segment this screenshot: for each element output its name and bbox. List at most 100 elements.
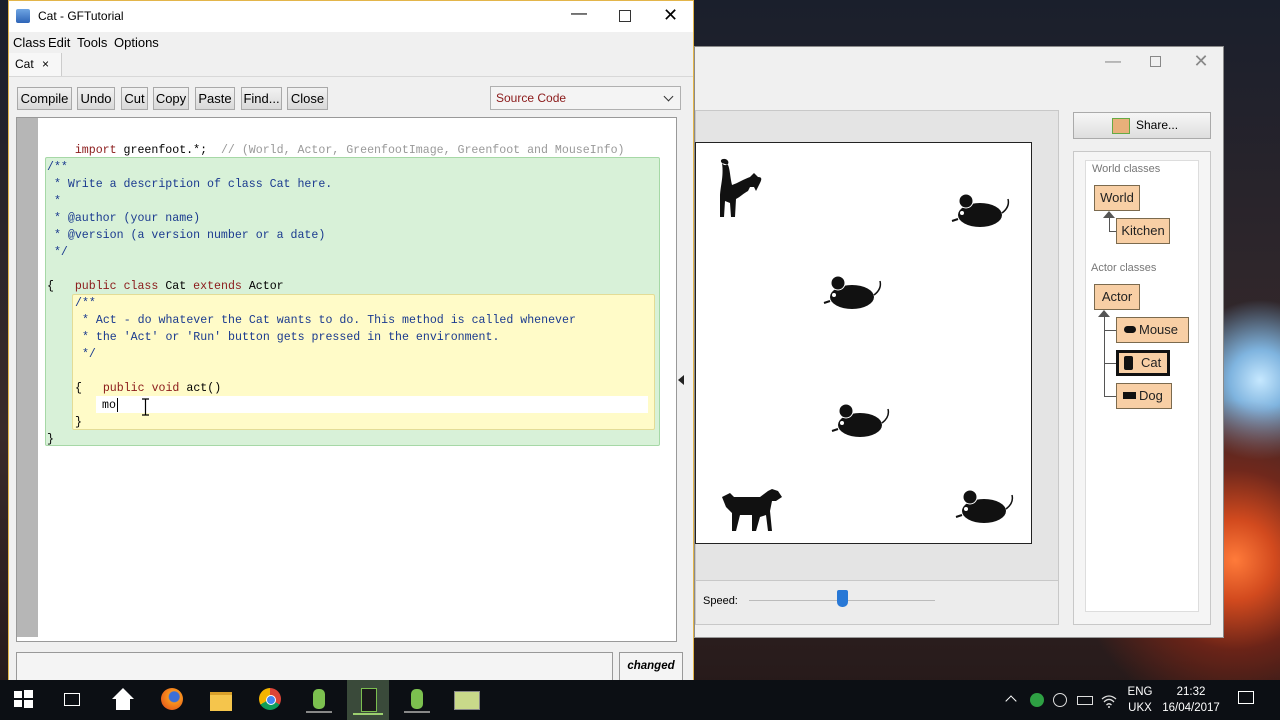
class-comment-line: *: [47, 195, 68, 208]
method-comment-line: * the 'Act' or 'Run' button gets pressed…: [75, 331, 500, 344]
compile-button[interactable]: Compile: [17, 87, 72, 110]
method-comment-line: /**: [75, 297, 96, 310]
window-title: Cat - GFTutorial: [38, 9, 124, 23]
tray-network-icon[interactable]: [1053, 693, 1067, 707]
ibeam-cursor-icon: [142, 398, 149, 416]
mouse-actor[interactable]: [948, 191, 1012, 231]
firefox-icon[interactable]: [157, 684, 187, 714]
class-kitchen[interactable]: Kitchen: [1116, 218, 1170, 244]
menu-tools[interactable]: Tools: [77, 35, 107, 50]
close-icon[interactable]: ✕: [1191, 51, 1211, 71]
close-button[interactable]: Close: [287, 87, 328, 110]
clock[interactable]: 21:32 16/04/2017: [1160, 684, 1222, 716]
world-classes-label: World classes: [1092, 163, 1161, 175]
inherit-line: [1104, 396, 1116, 397]
import-comment: // (World, Actor, GreenfootImage, Greenf…: [220, 144, 625, 157]
scenario-window-icon[interactable]: [451, 684, 481, 714]
class-cat[interactable]: Cat: [1116, 350, 1170, 376]
windows-start-icon[interactable]: [8, 684, 38, 714]
maximize-button[interactable]: [1147, 53, 1163, 69]
cut-button[interactable]: Cut: [121, 87, 148, 110]
menu-bar: Class Edit Tools Options: [9, 32, 693, 52]
class-comment-line: /**: [47, 161, 68, 174]
class-world[interactable]: World: [1094, 185, 1140, 211]
app-icon: [16, 9, 30, 23]
method-comment-line: */: [75, 348, 96, 361]
task-view-icon[interactable]: [57, 684, 87, 714]
greenfoot-icon[interactable]: [402, 684, 432, 714]
class-actor[interactable]: Actor: [1094, 284, 1140, 310]
wifi-icon[interactable]: [1101, 693, 1117, 709]
tab-cat[interactable]: Cat ×: [9, 53, 62, 76]
line-gutter: [17, 118, 38, 637]
class-open-brace: {: [47, 280, 54, 293]
share-icon: [1112, 118, 1130, 134]
dog-icon: [1123, 392, 1136, 399]
share-button[interactable]: Share...: [1073, 112, 1211, 139]
chevron-down-icon: [663, 91, 674, 102]
method-body: [96, 396, 648, 413]
gutter-separator: [38, 118, 42, 637]
mouse-actor[interactable]: [820, 273, 884, 313]
scenario-window: — ✕ Speed: Share... World classes World …: [694, 46, 1224, 638]
cat-actor[interactable]: [714, 157, 766, 221]
import-package: greenfoot.*;: [116, 144, 208, 157]
view-select[interactable]: Source Code: [490, 86, 681, 110]
class-close-brace: }: [47, 433, 54, 446]
method-close-brace: }: [75, 416, 82, 429]
minimize-button[interactable]: —: [571, 5, 587, 23]
import-keyword: import: [74, 144, 117, 157]
method-declaration: public void act(): [102, 382, 222, 395]
class-comment-line: * Write a description of class Cat here.: [47, 178, 333, 191]
find-button[interactable]: Find...: [241, 87, 282, 110]
inherit-arrow: [1098, 310, 1110, 317]
class-comment-line: * @version (a version number or a date): [47, 229, 326, 242]
class-dog[interactable]: Dog: [1116, 383, 1172, 409]
speed-slider-thumb[interactable]: [837, 590, 848, 607]
method-open-brace: {: [75, 382, 82, 395]
battery-icon[interactable]: [1077, 696, 1093, 705]
class-mouse[interactable]: Mouse: [1116, 317, 1189, 343]
mouse-actor[interactable]: [828, 401, 892, 441]
menu-edit[interactable]: Edit: [48, 35, 70, 50]
method-comment-line: * Act - do whatever the Cat wants to do.…: [75, 314, 576, 327]
greenfoot-icon[interactable]: [304, 684, 334, 714]
status-badge: changed: [619, 652, 683, 681]
tray-app-icon[interactable]: [1030, 693, 1044, 707]
inherit-line: [1104, 363, 1116, 364]
home-icon[interactable]: [108, 684, 138, 714]
mouse-actor[interactable]: [952, 487, 1016, 527]
class-comment-line: */: [47, 246, 68, 259]
notifications-icon[interactable]: [1238, 691, 1254, 704]
typed-code[interactable]: mo: [102, 397, 116, 414]
cat-icon: [1124, 356, 1133, 370]
tab-close-icon[interactable]: ×: [42, 57, 49, 71]
class-comment-line: * @author (your name): [47, 212, 201, 225]
file-explorer-icon[interactable]: [206, 684, 236, 714]
greenfoot-editor-icon[interactable]: [353, 684, 383, 715]
minimize-button[interactable]: —: [1103, 53, 1123, 73]
message-area: [16, 652, 613, 681]
chrome-icon[interactable]: [255, 684, 285, 714]
dog-actor[interactable]: [720, 487, 786, 535]
inherit-line: [1104, 330, 1116, 331]
mouse-icon: [1124, 326, 1136, 333]
text-cursor: [117, 398, 118, 412]
speed-label: Speed:: [703, 595, 738, 607]
menu-class[interactable]: Class: [13, 35, 46, 50]
menu-options[interactable]: Options: [114, 35, 159, 50]
world-canvas[interactable]: [695, 142, 1032, 544]
collapse-arrow-icon[interactable]: [678, 375, 684, 385]
undo-button[interactable]: Undo: [77, 87, 115, 110]
paste-button[interactable]: Paste: [195, 87, 235, 110]
tab-divider: [9, 76, 693, 77]
actor-classes-label: Actor classes: [1091, 262, 1157, 274]
close-icon[interactable]: ✕: [663, 5, 678, 26]
scenario-window-edge: [694, 637, 1224, 638]
maximize-button[interactable]: [619, 10, 631, 22]
speed-panel: [695, 580, 1059, 625]
title-bar: Cat - GFTutorial — ✕: [9, 1, 693, 32]
class-declaration: public class Cat extends Actor: [74, 280, 284, 293]
language-indicator[interactable]: ENG UKX: [1126, 684, 1154, 716]
copy-button[interactable]: Copy: [153, 87, 189, 110]
